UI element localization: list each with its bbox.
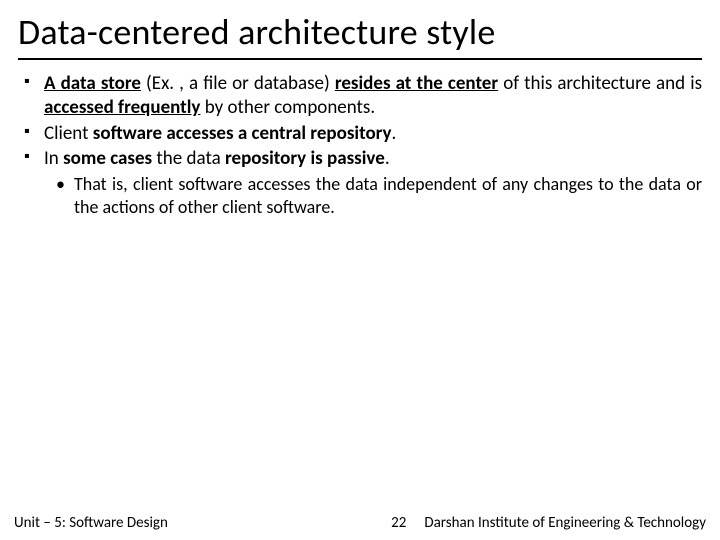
bullet-item: A data store (Ex. , a file or database) … <box>44 72 702 120</box>
slide-footer: Unit – 5: Software Design 22 Darshan Ins… <box>0 514 720 532</box>
slide-content: A data store (Ex. , a file or database) … <box>18 72 702 218</box>
text-span: resides at the center <box>335 72 498 95</box>
text-span: Client <box>44 122 93 145</box>
text-span: (Ex. , a file or database) <box>141 72 335 95</box>
text-span: of this architecture and is <box>498 72 702 95</box>
slide-title: Data-centered architecture style <box>18 10 702 60</box>
footer-institute: Darshan Institute of Engineering & Techn… <box>424 514 706 532</box>
bullet-list: A data store (Ex. , a file or database) … <box>18 72 702 218</box>
sub-bullet-item: That is, client software accesses the da… <box>74 173 702 218</box>
text-span: software accesses a central repository <box>93 122 392 145</box>
footer-unit: Unit – 5: Software Design <box>14 514 168 532</box>
text-span: repository is passive <box>225 147 385 170</box>
text-span: accessed frequently <box>44 96 200 119</box>
bullet-item: Client software accesses a central repos… <box>44 122 702 146</box>
text-span: . <box>392 122 397 145</box>
text-span: some cases <box>63 147 152 170</box>
text-span: . <box>385 147 390 170</box>
text-span: A data store <box>44 72 141 95</box>
slide: Data-centered architecture style A data … <box>0 0 720 540</box>
bullet-item: In some cases the data repository is pas… <box>44 147 702 218</box>
footer-page-number: 22 <box>391 514 406 532</box>
footer-right-group: 22 Darshan Institute of Engineering & Te… <box>391 514 706 532</box>
text-span: by other components. <box>200 96 375 119</box>
sub-bullet-list: That is, client software accesses the da… <box>44 173 702 218</box>
text-span: the data <box>152 147 225 170</box>
text-span: In <box>44 147 63 170</box>
